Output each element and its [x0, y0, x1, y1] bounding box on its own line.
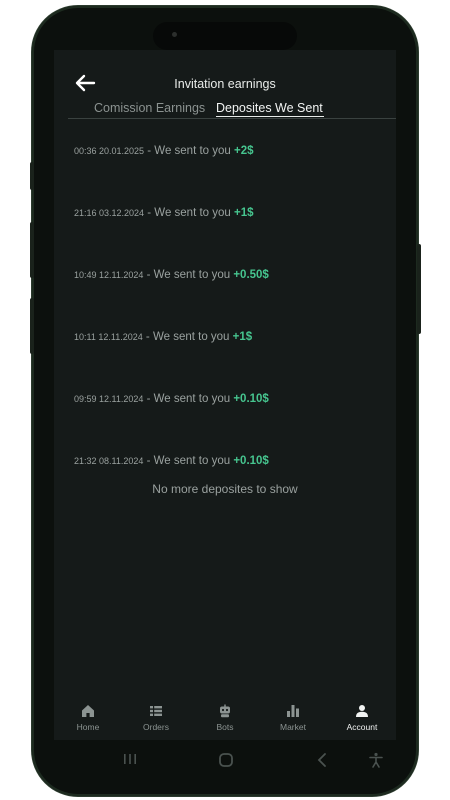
deposit-message: - We sent to you — [143, 455, 234, 467]
home-circle-icon[interactable] — [218, 752, 234, 768]
nav-item-home[interactable]: Home — [54, 704, 122, 732]
tab-commission-earnings[interactable]: Comission Earnings — [94, 101, 205, 115]
tab-divider — [68, 118, 396, 119]
nav-item-account[interactable]: Account — [328, 704, 396, 732]
list-item: 10:49 12.11.2024 - We sent to you +0.50$ — [74, 265, 269, 283]
camera-icon — [172, 32, 177, 37]
empty-list-message: No more deposites to show — [152, 482, 298, 496]
deposit-message: - We sent to you — [143, 393, 234, 405]
active-tab-indicator — [216, 116, 324, 117]
deposit-timestamp: 10:49 12.11.2024 — [74, 270, 144, 280]
nav-label: Bots — [216, 722, 234, 732]
robot-icon — [220, 704, 230, 718]
recents-icon[interactable] — [122, 752, 138, 766]
tab-deposits-we-sent[interactable]: Deposites We Sent — [216, 101, 323, 115]
deposit-timestamp: 00:36 20.01.2025 — [74, 146, 145, 156]
nav-item-bots[interactable]: Bots — [191, 704, 259, 732]
power-button — [417, 244, 421, 334]
deposit-timestamp: 09:59 12.11.2024 — [74, 394, 144, 404]
nav-item-market[interactable]: Market — [259, 704, 327, 732]
user-icon — [356, 705, 368, 717]
accessibility-icon[interactable] — [368, 752, 384, 768]
deposit-amount: +0.50$ — [233, 269, 269, 281]
device-frame: Invitation earnings Comission Earnings D… — [0, 0, 450, 800]
deposit-amount: +0.10$ — [233, 393, 269, 405]
deposit-message: - We sent to you — [142, 331, 233, 343]
deposit-timestamp: 10:11 12.11.2024 — [74, 332, 143, 342]
home-icon — [82, 705, 94, 717]
nav-item-orders[interactable]: Orders — [122, 704, 190, 732]
deposit-amount: +1$ — [234, 207, 254, 219]
back-chevron-icon[interactable] — [316, 752, 328, 768]
list-icon — [150, 706, 162, 716]
deposit-amount: +0.10$ — [233, 455, 269, 467]
list-item: 21:32 08.11.2024 - We sent to you +0.10$ — [74, 451, 269, 469]
list-item: 21:16 03.12.2024 - We sent to you +1$ — [74, 203, 254, 221]
deposit-message: - We sent to you — [143, 269, 234, 281]
deposit-amount: +1$ — [232, 331, 253, 343]
system-nav-bar — [54, 740, 396, 780]
deposit-message: - We sent to you — [144, 207, 234, 219]
bottom-nav: Home Orders Bots Market Account — [54, 698, 396, 740]
bar-chart-icon — [287, 705, 299, 717]
volume-button — [30, 222, 34, 278]
page-title: Invitation earnings — [174, 77, 276, 91]
volume-button — [30, 162, 34, 190]
nav-label: Account — [346, 722, 378, 732]
volume-button — [30, 298, 34, 354]
list-item: 09:59 12.11.2024 - We sent to you +0.10$ — [74, 389, 269, 407]
nav-label: Market — [280, 722, 306, 732]
deposit-timestamp: 21:16 03.12.2024 — [74, 208, 145, 218]
deposit-amount: +2$ — [234, 145, 254, 157]
nav-label: Home — [76, 722, 100, 732]
list-item: 00:36 20.01.2025 - We sent to you +2$ — [74, 141, 254, 159]
app-screen: Invitation earnings Comission Earnings D… — [54, 50, 396, 740]
list-item: 10:11 12.11.2024 - We sent to you +1$ — [74, 327, 252, 345]
deposit-timestamp: 21:32 08.11.2024 — [74, 456, 144, 466]
nav-label: Orders — [143, 722, 169, 732]
deposit-message: - We sent to you — [144, 145, 234, 157]
